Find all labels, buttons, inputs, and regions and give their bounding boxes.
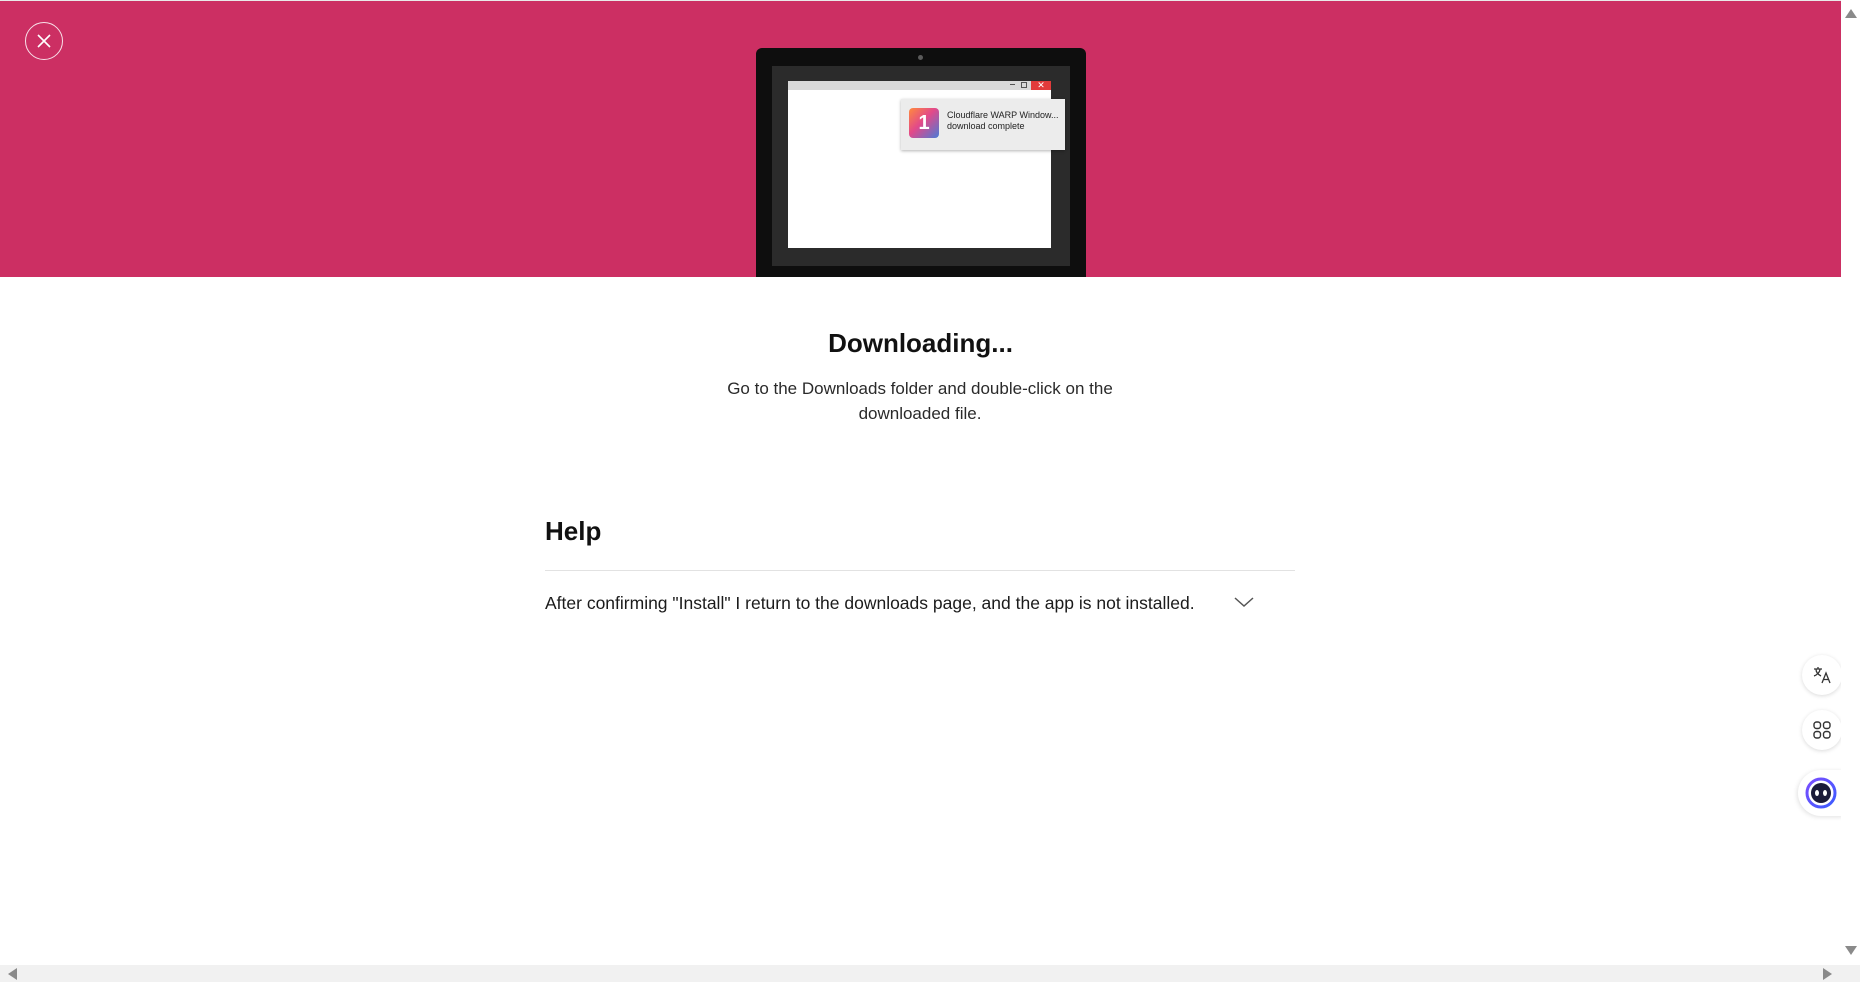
illustration-titlebar: ✕ xyxy=(788,81,1051,90)
help-heading: Help xyxy=(545,516,602,546)
laptop-screen-bezel: ✕ 1 Cloudflare WARP Window... download c… xyxy=(772,66,1070,266)
horizontal-scrollbar[interactable] xyxy=(0,965,1841,982)
chevron-down-icon[interactable] xyxy=(1233,595,1255,614)
hero-banner: ✕ 1 Cloudflare WARP Window... download c… xyxy=(0,0,1841,277)
faq-item[interactable]: After confirming "Install" I return to t… xyxy=(545,588,1260,622)
vertical-scrollbar[interactable] xyxy=(1841,0,1860,965)
maximize-icon xyxy=(1021,82,1027,88)
close-button[interactable] xyxy=(25,22,63,60)
scroll-down-arrow-icon[interactable] xyxy=(1845,946,1857,955)
translate-button[interactable] xyxy=(1802,655,1841,695)
scroll-up-arrow-icon[interactable] xyxy=(1845,9,1857,18)
toast-title: Cloudflare WARP Window... xyxy=(947,110,1059,120)
toast-subtitle: download complete xyxy=(947,121,1025,131)
laptop-camera xyxy=(918,55,923,60)
page-viewport: ✕ 1 Cloudflare WARP Window... download c… xyxy=(0,0,1841,965)
laptop-illustration: ✕ 1 Cloudflare WARP Window... download c… xyxy=(756,48,1086,277)
faq-question: After confirming "Install" I return to t… xyxy=(545,593,1195,613)
warp-app-logo-icon: 1 xyxy=(909,108,939,138)
page-title: Downloading... xyxy=(828,328,1013,358)
page-subtitle: Go to the Downloads folder and double-cl… xyxy=(727,379,1113,423)
scroll-left-arrow-icon[interactable] xyxy=(8,968,17,980)
help-divider xyxy=(545,570,1295,571)
download-toast: 1 Cloudflare WARP Window... download com… xyxy=(901,99,1065,150)
window-close-icon: ✕ xyxy=(1031,81,1051,90)
minimize-icon xyxy=(1010,84,1015,85)
side-toolbar xyxy=(1798,655,1841,816)
apps-button[interactable] xyxy=(1802,710,1841,750)
scrollbar-corner xyxy=(1841,965,1860,982)
scroll-right-arrow-icon[interactable] xyxy=(1823,968,1832,980)
assistant-button[interactable] xyxy=(1798,770,1841,816)
